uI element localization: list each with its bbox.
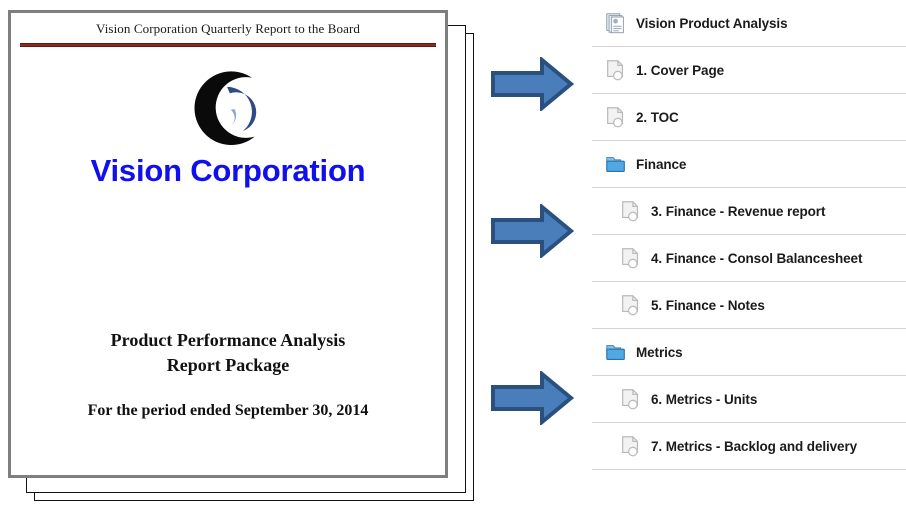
cover-page-brand-title: Vision Corporation — [90, 153, 366, 188]
document-tree-panel: Vision Product Analysis 1. Cover Page 2. T… — [592, 0, 906, 514]
page-icon — [618, 245, 644, 271]
tree-item[interactable]: Vision Product Analysis — [592, 0, 906, 47]
cover-page-title-line-2: Report Package — [166, 355, 290, 375]
right-block-arrow-icon — [490, 202, 575, 260]
cover-page-header-text: Vision Corporation Quarterly Report to t… — [96, 21, 360, 36]
tree-item-label: 3. Finance - Revenue report — [651, 203, 826, 219]
folder-icon — [603, 339, 629, 365]
tree-item-label: 7. Metrics - Backlog and delivery — [651, 438, 858, 454]
tree-item-label: 2. TOC — [636, 109, 679, 125]
cover-page-header-rule — [20, 43, 436, 47]
page-icon — [618, 433, 644, 459]
page-icon — [603, 104, 629, 130]
tree-item[interactable]: Metrics — [592, 329, 906, 376]
right-block-arrow-icon — [490, 369, 575, 427]
page-icon — [603, 57, 629, 83]
folder-icon — [603, 151, 629, 177]
document-tree-list: Vision Product Analysis 1. Cover Page 2. T… — [592, 0, 906, 470]
tree-item[interactable]: 7. Metrics - Backlog and delivery — [592, 423, 906, 470]
cover-page[interactable]: Vision Corporation Quarterly Report to t… — [8, 10, 448, 478]
tree-item-label: 4. Finance - Consol Balancesheet — [651, 250, 863, 266]
tree-item-label: 1. Cover Page — [636, 62, 724, 78]
tree-item[interactable]: Finance — [592, 141, 906, 188]
page-icon — [618, 292, 644, 318]
cover-page-title-line-1: Product Performance Analysis — [110, 330, 346, 350]
tree-item[interactable]: 5. Finance - Notes — [592, 282, 906, 329]
page-icon — [618, 198, 644, 224]
tree-item[interactable]: 4. Finance - Consol Balancesheet — [592, 235, 906, 282]
cover-page-period-text: For the period ended September 30, 2014 — [87, 402, 369, 419]
tree-item-label: Metrics — [636, 344, 683, 360]
report-stack-icon — [603, 10, 629, 36]
tree-item-label: Finance — [636, 156, 687, 172]
tree-bottom-spacer — [592, 470, 906, 500]
tree-item-label: 5. Finance - Notes — [651, 297, 765, 313]
tree-item[interactable]: 6. Metrics - Units — [592, 376, 906, 423]
right-block-arrow-icon — [490, 55, 575, 113]
cover-page-title-block: Product Performance Analysis Report Pack… — [11, 328, 445, 422]
tree-item-label: 6. Metrics - Units — [651, 391, 758, 407]
tree-item[interactable]: 2. TOC — [592, 94, 906, 141]
document-preview-stack: Vision Corporation Quarterly Report to t… — [0, 0, 480, 514]
page-icon — [618, 386, 644, 412]
vision-swirl-logo-icon — [182, 63, 274, 155]
tree-item[interactable]: 3. Finance - Revenue report — [592, 188, 906, 235]
tree-item-label: Vision Product Analysis — [636, 15, 788, 31]
tree-item[interactable]: 1. Cover Page — [592, 47, 906, 94]
